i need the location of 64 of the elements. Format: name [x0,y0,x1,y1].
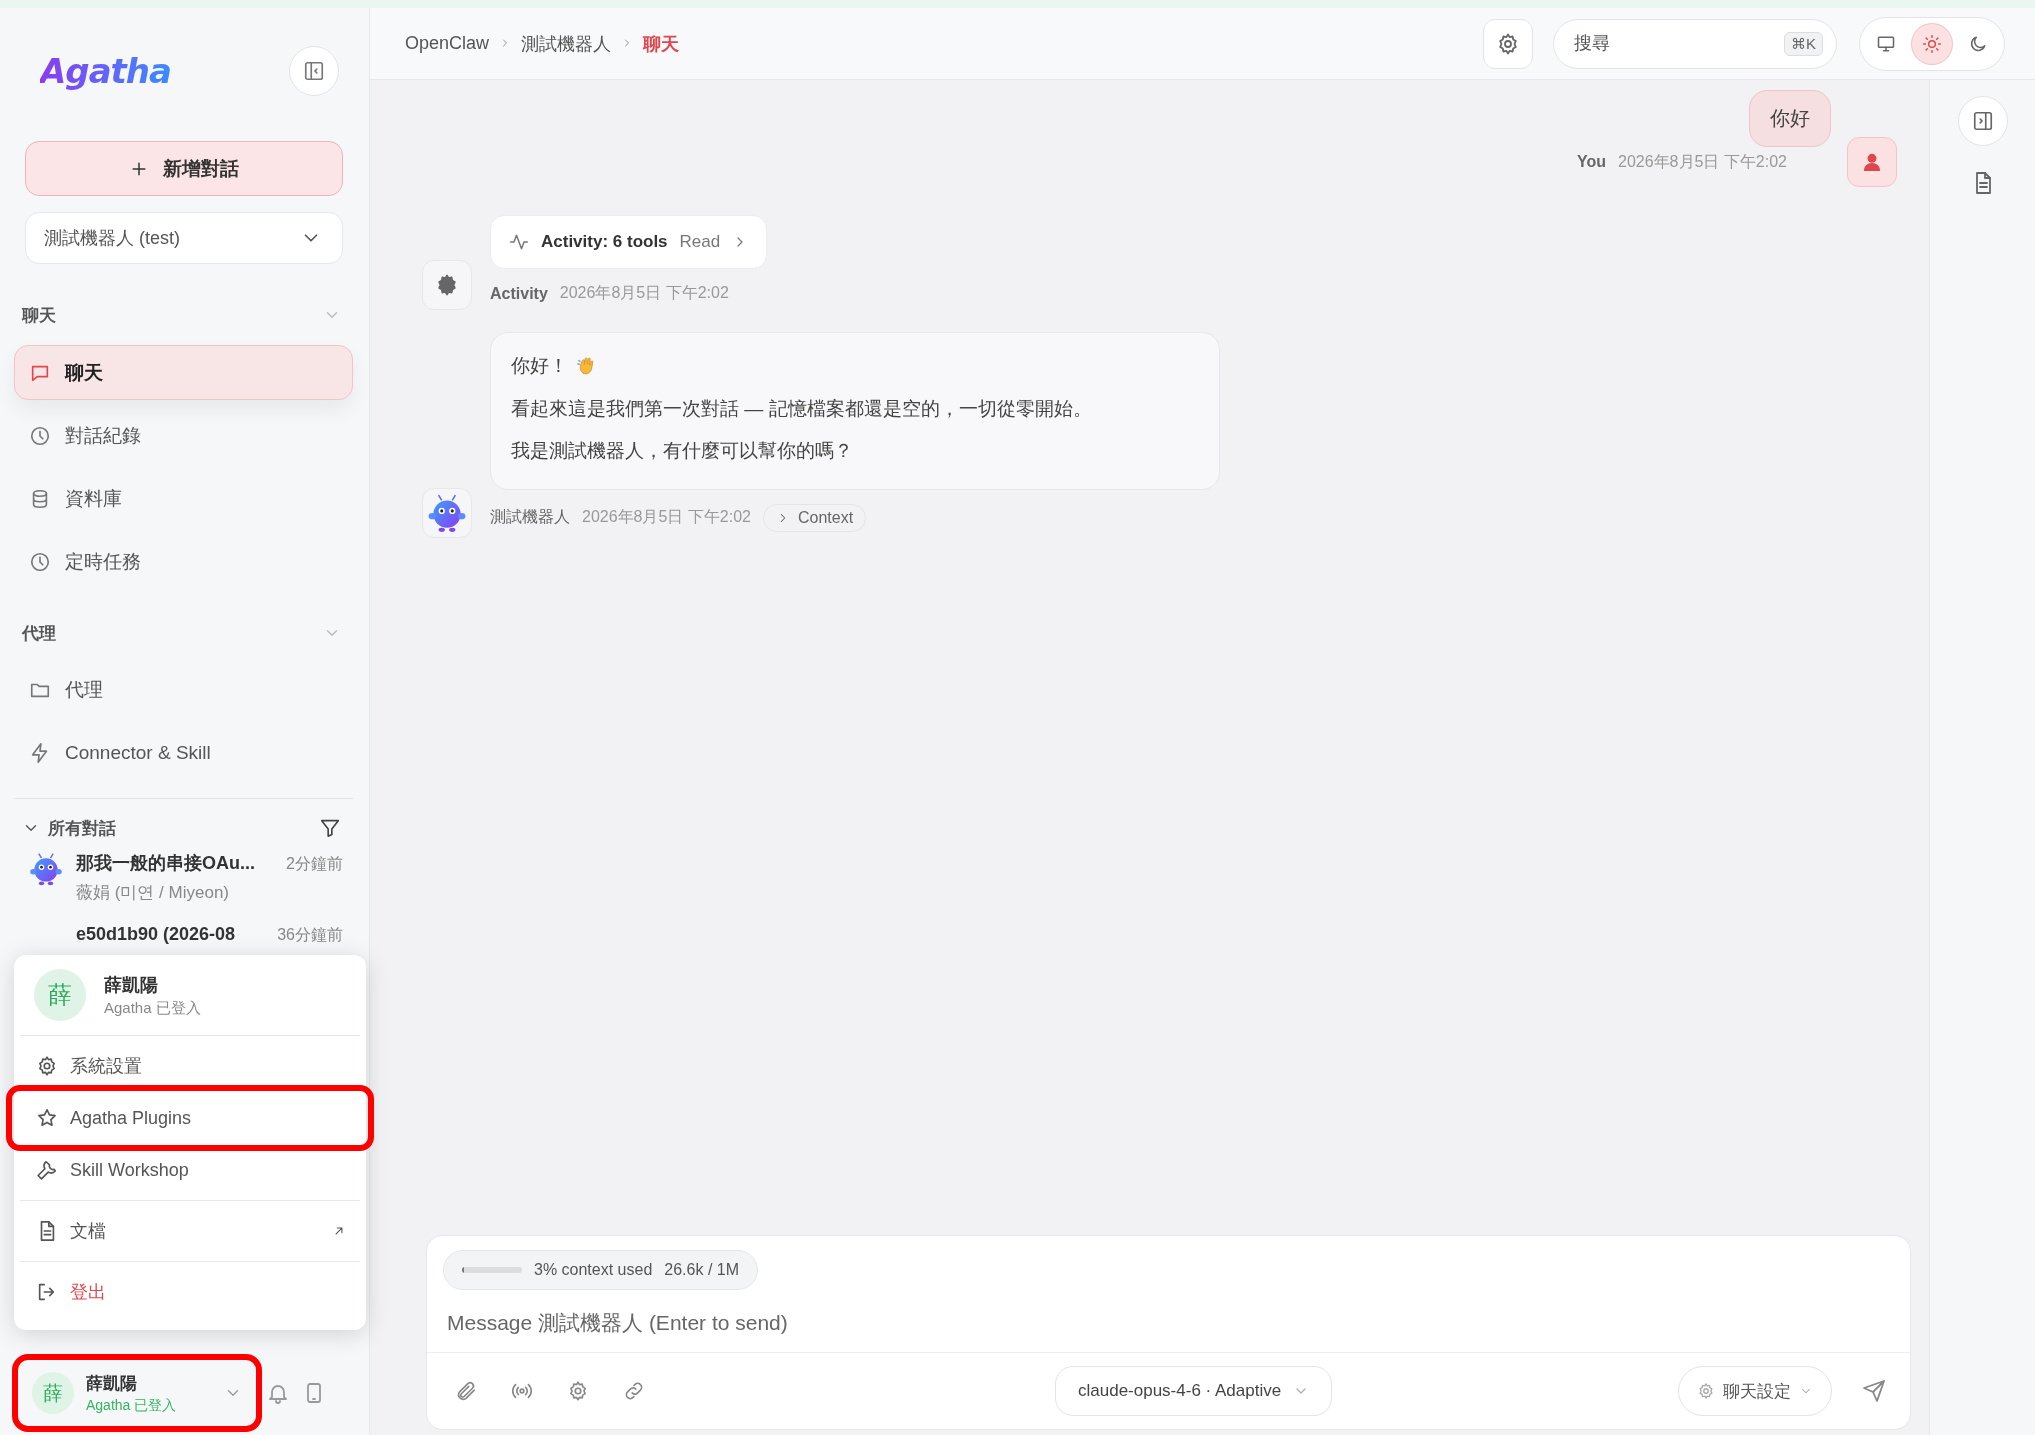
context-usage: 3% context used 26.6k / 1M [443,1250,758,1290]
clock-icon [29,424,51,447]
settings-icon [1496,31,1520,56]
settings-icon[interactable] [567,1380,589,1402]
send-icon [1862,1379,1886,1403]
user-message: 你好 [1749,90,1831,147]
menu-item[interactable]: 系統設置 [20,1040,360,1092]
user-name: 薛凱陽 [104,973,159,997]
model-select[interactable]: claude-opus-4-6 · Adaptive [1055,1366,1333,1416]
section-title: 所有對話 [48,817,116,840]
activity-card[interactable]: Activity: 6 tools Read [490,215,768,269]
author-name: You [1577,153,1606,171]
panel-right-icon [1971,110,1994,132]
user-avatar: 薛 [34,969,86,1021]
menu-item[interactable]: Agatha Plugins [20,1092,360,1144]
message-input[interactable]: Message 測試機器人 (Enter to send) [445,1304,1892,1342]
bot-select[interactable]: 測試機器人 (test) [25,212,343,264]
timestamp: 2026年8月5日 下午2:02 [582,507,751,528]
sun-icon [1922,33,1942,54]
settings-icon [36,1055,58,1077]
nav-item[interactable]: 聊天 [14,345,353,400]
login-status: Agatha 已登入 [104,998,202,1018]
breadcrumb[interactable]: OpenClaw [405,33,490,54]
new-chat-button[interactable]: 新增對話 [25,141,343,196]
send-button[interactable] [1862,1379,1886,1403]
conversation-item[interactable]: e50d1b90 (2026-08 36分鐘前 [14,914,353,956]
chat-settings-button[interactable]: 聊天設定 [1678,1366,1832,1416]
menu-item[interactable]: 登出 [20,1266,360,1318]
context-toggle[interactable]: Context [763,503,867,532]
link-icon[interactable] [623,1380,645,1402]
filter-icon [319,817,341,839]
message-text: 看起來這是我們第一次對話 — 記憶檔案都還是空的，一切從零開始。 [511,396,1092,421]
timestamp: 2026年8月5日 下午2:02 [559,283,729,303]
nav-item[interactable]: 對話紀錄 [14,408,353,463]
message-text: 你好！ [511,354,568,378]
nav-item[interactable]: 定時任務 [14,534,353,589]
breadcrumb[interactable]: 測試機器人 [521,31,612,56]
settings-icon [1697,1382,1715,1400]
panel-toggle-button[interactable] [1957,96,2008,146]
wrench-icon [36,1159,58,1181]
theme-option[interactable] [1912,23,1952,64]
user-card[interactable]: 薛 薛凱陽 Agatha 已登入 [22,1363,254,1423]
menu-item[interactable]: 文檔 [20,1205,360,1257]
settings-button[interactable] [1483,18,1533,69]
conversation-item[interactable]: 那我一般的串接OAu... 2分鐘前 薇娟 (미연 / Miyeon) [14,841,353,914]
activity-icon [509,232,529,252]
clock-icon [29,550,51,573]
nav-item[interactable]: 資料庫 [14,471,353,526]
robot-avatar-icon [28,851,64,887]
author-name: 測試機器人 [490,507,570,528]
breadcrumb[interactable]: 聊天 [643,31,680,56]
message-text: 我是測試機器人，有什麼可以幫你的嗎？ [511,439,853,464]
section-title: 聊天 [22,304,56,327]
author-name: Activity [490,284,548,303]
nav-item[interactable]: 代理 [14,662,353,717]
panel-left-icon [303,60,325,82]
attach-icon[interactable] [455,1380,477,1402]
section-title: 代理 [22,622,56,645]
sidebar-toggle-button[interactable] [289,46,339,96]
star-icon [36,1107,58,1129]
nav-item[interactable]: Connector & Skill [14,725,353,780]
menu-item[interactable]: Skill Workshop [20,1144,360,1196]
person-icon [1861,151,1883,173]
timestamp: 2026年8月5日 下午2:02 [1618,151,1787,172]
